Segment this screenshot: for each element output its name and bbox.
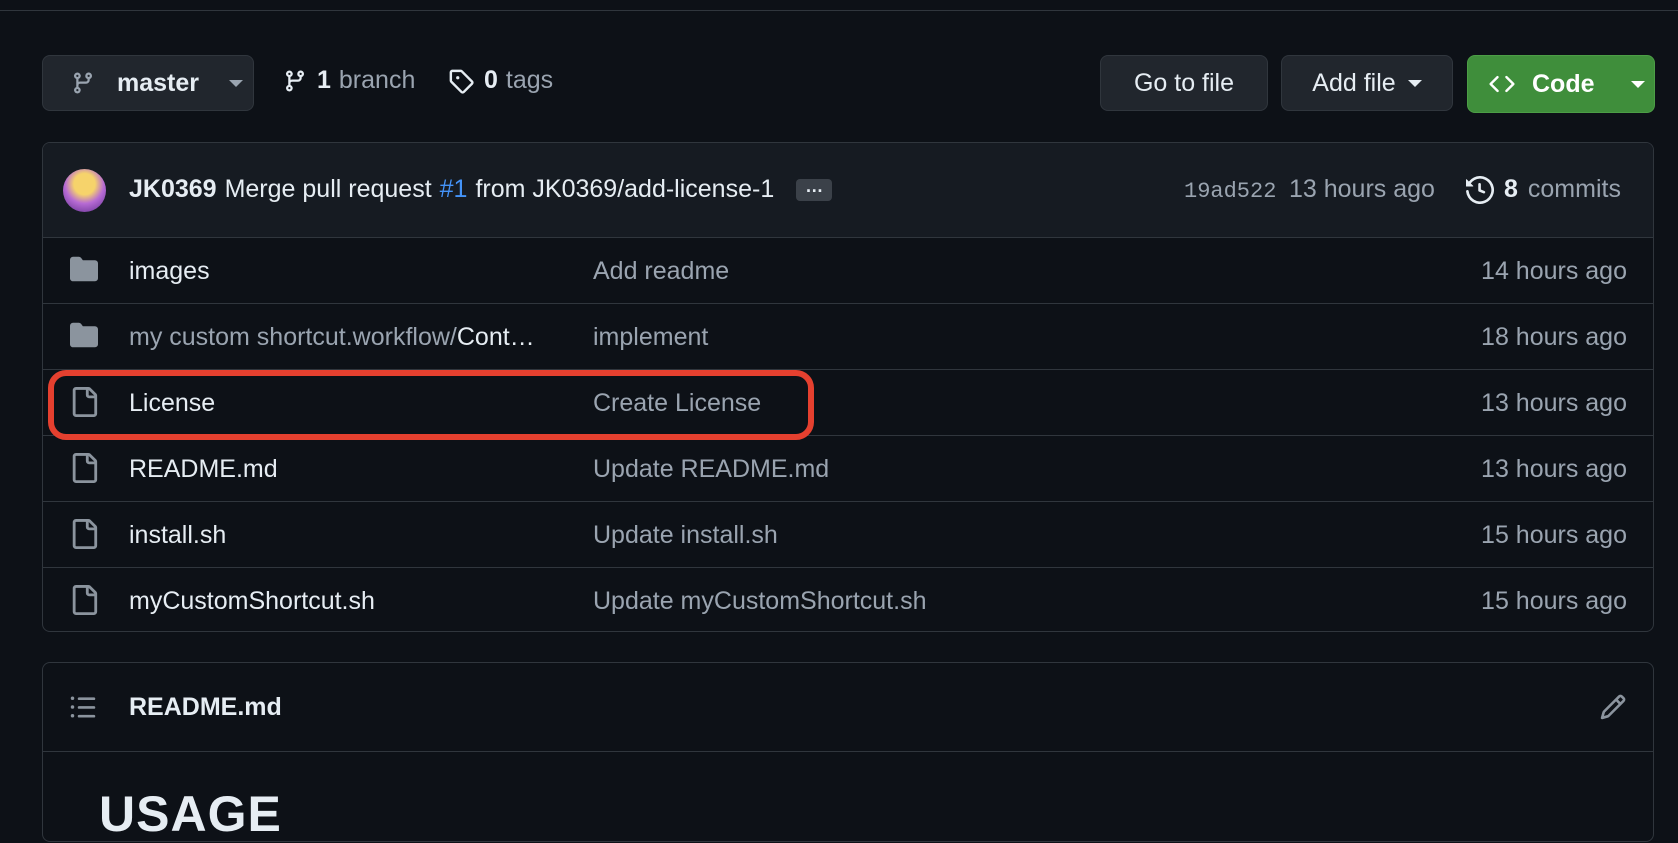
file-row-images: images Add readme 14 hours ago (43, 237, 1653, 304)
file-row-mycustomshortcut: myCustomShortcut.sh Update myCustomShort… (43, 567, 1653, 631)
file-name-link[interactable]: install.sh (129, 521, 226, 550)
file-icon (72, 585, 98, 615)
add-file-label: Add file (1312, 68, 1396, 97)
file-commit-message[interactable]: Create License (593, 389, 761, 418)
code-icon (1489, 75, 1515, 93)
file-row-install: install.sh Update install.sh 15 hours ag… (43, 501, 1653, 568)
pull-request-link[interactable]: #1 (440, 175, 468, 204)
tags-label: tags (505, 66, 554, 94)
file-name-link[interactable]: images (129, 257, 210, 286)
file-name-link[interactable]: License (129, 389, 215, 418)
commit-message-suffix[interactable]: from JK0369/add-license-1 (475, 175, 774, 204)
branches-link[interactable]: 1 branch (283, 66, 415, 95)
file-commit-message[interactable]: Add readme (593, 257, 729, 286)
tags-link[interactable]: 0 tags (448, 66, 553, 95)
commit-message: JK0369 Merge pull request #1 from JK0369… (129, 175, 833, 204)
code-button[interactable]: Code (1467, 55, 1655, 113)
file-commit-message[interactable]: Update README.md (593, 455, 829, 484)
header-divider (0, 10, 1678, 11)
branches-label: branch (338, 66, 416, 94)
folder-icon (70, 322, 98, 348)
git-branch-icon (73, 72, 92, 94)
commit-message-prefix[interactable]: Merge pull request (225, 175, 432, 204)
file-row-readme: README.md Update README.md 13 hours ago (43, 435, 1653, 502)
file-commit-time: 15 hours ago (1481, 587, 1627, 615)
chevron-down-icon (1630, 80, 1645, 88)
branch-select-button[interactable]: master (42, 55, 254, 111)
commits-label: commits (1527, 175, 1621, 203)
file-list: JK0369 Merge pull request #1 from JK0369… (42, 142, 1654, 632)
commit-author[interactable]: JK0369 (129, 175, 217, 204)
commit-expand-button[interactable]: … (796, 177, 833, 201)
readme-title[interactable]: README.md (129, 693, 282, 722)
file-name-link[interactable]: my custom shortcut.workflow/Cont… (129, 323, 535, 352)
file-commit-time: 14 hours ago (1481, 257, 1627, 285)
branches-count: 1 (317, 66, 331, 94)
file-icon (72, 519, 98, 549)
file-commit-time: 13 hours ago (1481, 455, 1627, 483)
chevron-down-icon (229, 79, 243, 87)
file-row-license: License Create License 13 hours ago (43, 369, 1653, 436)
latest-commit-bar: JK0369 Merge pull request #1 from JK0369… (43, 143, 1653, 238)
file-commit-time: 18 hours ago (1481, 323, 1627, 351)
folder-icon (70, 256, 98, 282)
avatar[interactable] (63, 169, 106, 212)
file-commit-message[interactable]: Update myCustomShortcut.sh (593, 587, 926, 616)
tag-icon (449, 69, 474, 94)
git-branch-icon (285, 70, 304, 92)
readme-panel: README.md USAGE (42, 662, 1654, 842)
readme-header: README.md (43, 663, 1653, 752)
commits-history-link[interactable]: 8 commits (1466, 175, 1621, 204)
file-row-workflow: my custom shortcut.workflow/Cont… implem… (43, 303, 1653, 370)
commit-time: 13 hours ago (1289, 175, 1435, 203)
readme-heading: USAGE (99, 786, 282, 842)
file-name-link[interactable]: README.md (129, 455, 278, 484)
history-icon (1466, 175, 1494, 204)
tags-count: 0 (484, 66, 498, 94)
branch-name: master (117, 68, 199, 97)
pencil-icon[interactable] (1599, 693, 1627, 721)
file-icon (72, 387, 98, 417)
file-commit-message[interactable]: Update install.sh (593, 521, 778, 550)
file-icon (72, 453, 98, 483)
commits-count: 8 (1504, 175, 1518, 203)
commit-sha[interactable]: 19ad522 (1184, 179, 1276, 204)
go-to-file-button[interactable]: Go to file (1100, 55, 1268, 111)
file-commit-time: 15 hours ago (1481, 521, 1627, 549)
file-commit-time: 13 hours ago (1481, 389, 1627, 417)
code-label: Code (1532, 69, 1595, 98)
go-to-file-label: Go to file (1133, 68, 1235, 97)
file-name-link[interactable]: myCustomShortcut.sh (129, 587, 375, 616)
add-file-button[interactable]: Add file (1281, 55, 1453, 111)
file-commit-message[interactable]: implement (593, 323, 708, 352)
chevron-down-icon (1407, 79, 1422, 87)
outline-list-icon[interactable] (69, 693, 97, 721)
